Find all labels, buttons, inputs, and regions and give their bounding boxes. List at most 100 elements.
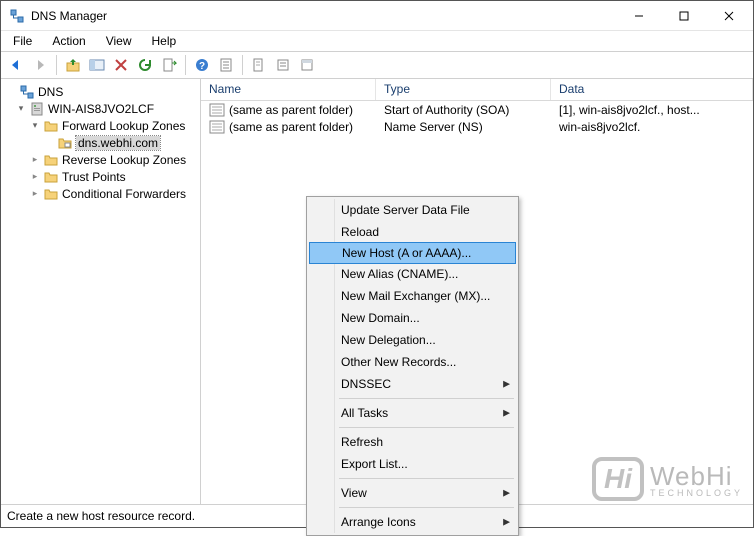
folder-icon [43, 169, 59, 185]
svg-text:?: ? [199, 61, 205, 72]
cm-separator [339, 427, 514, 428]
cm-new-mx[interactable]: New Mail Exchanger (MX)... [309, 285, 516, 307]
properties-button[interactable] [215, 54, 237, 76]
context-menu: Update Server Data File Reload New Host … [306, 196, 519, 536]
forward-button[interactable] [29, 54, 51, 76]
cell-type: Start of Authority (SOA) [376, 103, 551, 117]
cell-type: Name Server (NS) [376, 120, 551, 134]
expand-icon[interactable]: ▸ [29, 188, 41, 200]
cm-new-delegation[interactable]: New Delegation... [309, 329, 516, 351]
cm-separator [339, 398, 514, 399]
cm-label: New Alias (CNAME)... [341, 267, 458, 281]
cm-label: Other New Records... [341, 355, 456, 369]
menu-view[interactable]: View [96, 32, 142, 50]
tree-pane[interactable]: DNS ▾ WIN-AIS8JVO2LCF ▾ Forward Lookup Z… [1, 79, 201, 504]
cm-arrange-icons[interactable]: Arrange Icons ▶ [309, 511, 516, 533]
menu-file[interactable]: File [3, 32, 42, 50]
up-folder-button[interactable] [62, 54, 84, 76]
record-icon [209, 120, 225, 134]
cm-label: Refresh [341, 435, 383, 449]
cm-separator [339, 478, 514, 479]
zone-icon [57, 135, 73, 151]
toolbar-separator [242, 55, 243, 75]
cm-reload[interactable]: Reload [309, 221, 516, 243]
tree-forward-lookup-zones[interactable]: ▾ Forward Lookup Zones [1, 117, 200, 134]
column-header-data[interactable]: Data [551, 79, 753, 100]
folder-icon [43, 118, 59, 134]
cm-update-server-data-file[interactable]: Update Server Data File [309, 199, 516, 221]
tree-zone-dns-webhi-com[interactable]: dns.webhi.com [1, 134, 200, 151]
cell-data: [1], win-ais8jvo2lcf., host... [551, 103, 753, 117]
folder-icon [43, 152, 59, 168]
window-title: DNS Manager [31, 9, 616, 23]
tree-trust-points[interactable]: ▸ Trust Points [1, 168, 200, 185]
cm-label: Reload [341, 225, 379, 239]
menu-action[interactable]: Action [42, 32, 95, 50]
minimize-button[interactable] [616, 1, 661, 30]
list-row[interactable]: (same as parent folder) Start of Authori… [201, 101, 753, 118]
cm-all-tasks[interactable]: All Tasks ▶ [309, 402, 516, 424]
expand-icon[interactable]: ▸ [29, 154, 41, 166]
tree-reverse-lookup-zones[interactable]: ▸ Reverse Lookup Zones [1, 151, 200, 168]
cm-label: View [341, 486, 367, 500]
tree-label: Trust Points [62, 170, 126, 184]
submenu-arrow-icon: ▶ [503, 379, 510, 390]
cell-name: (same as parent folder) [229, 103, 353, 117]
record-icon [209, 103, 225, 117]
expand-icon[interactable]: ▸ [29, 171, 41, 183]
help-button[interactable]: ? [191, 54, 213, 76]
cm-refresh[interactable]: Refresh [309, 431, 516, 453]
export-button[interactable] [158, 54, 180, 76]
column-header-name[interactable]: Name [201, 79, 376, 100]
titlebar: DNS Manager [1, 1, 753, 31]
tree-label: Conditional Forwarders [62, 187, 186, 201]
cm-label: Update Server Data File [341, 203, 470, 217]
list-row[interactable]: (same as parent folder) Name Server (NS)… [201, 118, 753, 135]
refresh-button[interactable] [134, 54, 156, 76]
close-button[interactable] [706, 1, 751, 30]
dns-app-icon [9, 8, 25, 24]
tree-root-dns[interactable]: DNS [1, 83, 200, 100]
collapse-icon[interactable]: ▾ [15, 103, 27, 115]
tree-label: DNS [38, 85, 63, 99]
cm-new-host[interactable]: New Host (A or AAAA)... [309, 242, 516, 264]
cm-label: New Mail Exchanger (MX)... [341, 289, 490, 303]
menu-help[interactable]: Help [142, 32, 187, 50]
cm-label: Export List... [341, 457, 408, 471]
cm-dnssec[interactable]: DNSSEC ▶ [309, 373, 516, 395]
cm-new-domain[interactable]: New Domain... [309, 307, 516, 329]
cm-other-new-records[interactable]: Other New Records... [309, 351, 516, 373]
maximize-button[interactable] [661, 1, 706, 30]
submenu-arrow-icon: ▶ [503, 517, 510, 528]
back-button[interactable] [5, 54, 27, 76]
menubar: File Action View Help [1, 31, 753, 51]
filter-button[interactable] [272, 54, 294, 76]
cm-label: DNSSEC [341, 377, 391, 391]
toolbar-separator [185, 55, 186, 75]
tree-label: Forward Lookup Zones [62, 119, 185, 133]
tree-server[interactable]: ▾ WIN-AIS8JVO2LCF [1, 100, 200, 117]
collapse-icon[interactable]: ▾ [29, 120, 41, 132]
submenu-arrow-icon: ▶ [503, 488, 510, 499]
submenu-arrow-icon: ▶ [503, 408, 510, 419]
show-hide-tree-button[interactable] [86, 54, 108, 76]
cm-label: New Delegation... [341, 333, 436, 347]
folder-icon [43, 186, 59, 202]
cm-export-list[interactable]: Export List... [309, 453, 516, 475]
column-header-type[interactable]: Type [376, 79, 551, 100]
cm-label: All Tasks [341, 406, 388, 420]
delete-button[interactable] [110, 54, 132, 76]
view-button[interactable] [296, 54, 318, 76]
toolbar-separator [56, 55, 57, 75]
tree-conditional-forwarders[interactable]: ▸ Conditional Forwarders [1, 185, 200, 202]
cm-label: New Host (A or AAAA)... [342, 246, 471, 260]
tree-label: WIN-AIS8JVO2LCF [48, 102, 154, 116]
server-icon [29, 101, 45, 117]
cm-label: Arrange Icons [341, 515, 416, 529]
new-record-button[interactable] [248, 54, 270, 76]
cell-name: (same as parent folder) [229, 120, 353, 134]
cm-label: New Domain... [341, 311, 420, 325]
cm-view[interactable]: View ▶ [309, 482, 516, 504]
tree-label: dns.webhi.com [76, 136, 160, 150]
cm-new-alias[interactable]: New Alias (CNAME)... [309, 263, 516, 285]
